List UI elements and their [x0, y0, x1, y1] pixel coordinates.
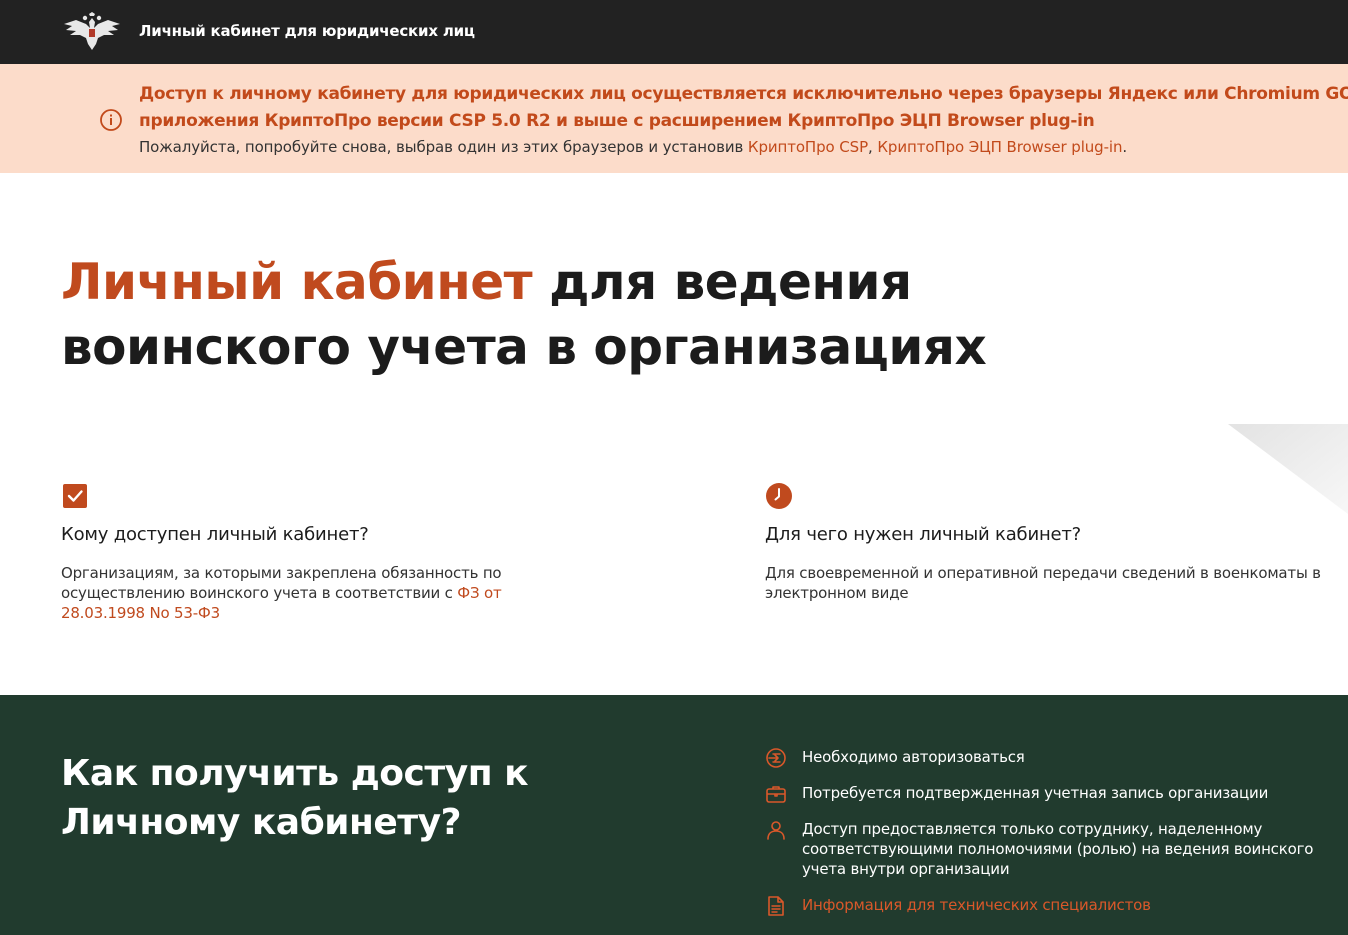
list-item: Информация для технических специалистов	[765, 895, 1348, 916]
who-can-access-heading: Кому доступен личный кабинет?	[61, 524, 369, 545]
how-to-access-title: Как получить доступ к Личному кабинету?	[61, 753, 529, 843]
info-icon	[100, 109, 122, 131]
alert-hint-suffix: .	[1122, 138, 1128, 156]
list-item: Необходимо авторизоваться	[765, 747, 1348, 768]
user-icon	[767, 821, 785, 840]
top-header: Личный кабинет для юридических лиц	[0, 0, 1348, 64]
page-title: Личный кабинет для ведения воинского уче…	[61, 250, 1021, 380]
purpose-heading: Для чего нужен личный кабинет?	[765, 524, 1082, 545]
access-item-text: Необходимо авторизоваться	[802, 748, 1025, 766]
who-can-access-text: Организациям, за которыми закреплена обя…	[61, 563, 531, 623]
clock-icon	[766, 483, 792, 509]
alert-hint: Пожалуйста, попробуйте снова, выбрав оди…	[139, 138, 1127, 156]
purpose-card: Для чего нужен личный кабинет? Для своев…	[765, 482, 1348, 603]
how-to-access-section: Как получить доступ к Личному кабинету? …	[0, 695, 1348, 935]
login-icon	[766, 748, 786, 768]
who-can-access-card: Кому доступен личный кабинет? Организаци…	[61, 482, 531, 623]
cryptopro-csp-link[interactable]: КриптоПро CSP	[748, 138, 868, 156]
tech-specialists-info-link[interactable]: Информация для технических специалистов	[802, 896, 1151, 914]
checkbox-icon	[63, 484, 87, 508]
document-icon	[768, 896, 784, 916]
access-item-text: Потребуется подтвержденная учетная запис…	[802, 784, 1269, 802]
alert-hint-separator: ,	[868, 138, 878, 156]
who-can-access-description: Организациям, за которыми закреплена обя…	[61, 564, 502, 602]
browser-alert-banner: Доступ к личному кабинету для юридически…	[0, 64, 1348, 173]
cryptopro-plugin-link[interactable]: КриптоПро ЭЦП Browser plug-in	[877, 138, 1122, 156]
page-title-accent: Личный кабинет	[61, 253, 533, 311]
list-item: Потребуется подтвержденная учетная запис…	[765, 783, 1348, 803]
double-headed-eagle-icon[interactable]	[62, 12, 122, 52]
alert-message-line1: Доступ к личному кабинету для юридически…	[139, 84, 1348, 104]
list-item: Доступ предоставляется только сотруднику…	[765, 819, 1348, 879]
access-requirements-list: Необходимо авторизоваться Потребуется по…	[765, 747, 1348, 931]
access-item-text: Доступ предоставляется только сотруднику…	[802, 820, 1314, 878]
purpose-text: Для своевременной и оперативной передачи…	[765, 564, 1321, 602]
alert-hint-text: Пожалуйста, попробуйте снова, выбрав оди…	[139, 138, 748, 156]
briefcase-icon	[766, 786, 786, 803]
header-title: Личный кабинет для юридических лиц	[139, 22, 475, 40]
alert-message-line2: приложения КриптоПро версии CSP 5.0 R2 и…	[139, 111, 1095, 131]
